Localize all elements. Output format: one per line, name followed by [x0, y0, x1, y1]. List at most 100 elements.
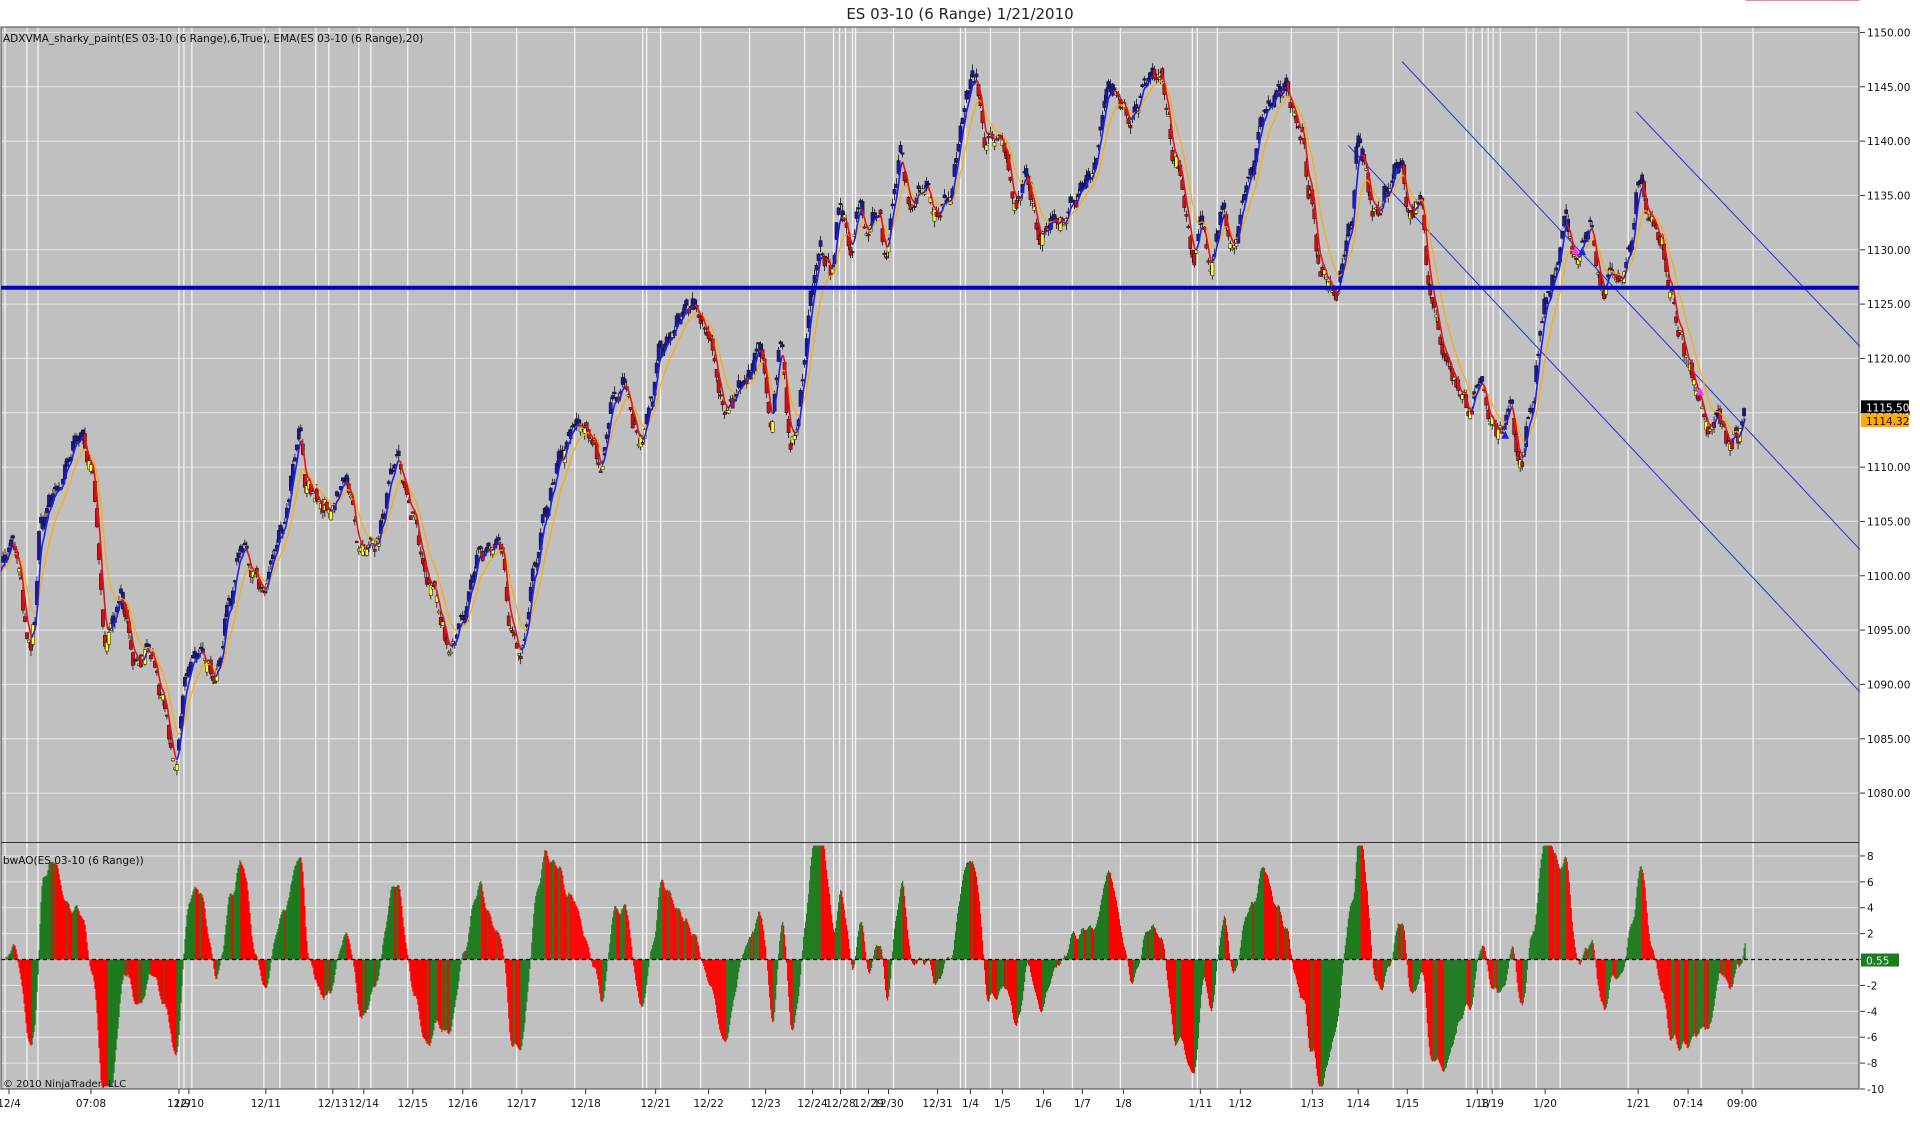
candle-body — [199, 647, 202, 649]
candle-body — [17, 569, 20, 572]
candle-body — [985, 145, 988, 150]
candle-body — [609, 403, 612, 414]
candle-body — [913, 206, 916, 208]
ao-bar — [648, 960, 649, 968]
ao-bar — [1139, 960, 1140, 964]
candle-body — [271, 555, 274, 559]
candle-body — [1501, 432, 1504, 434]
candle-body — [419, 552, 422, 554]
candle-body — [703, 328, 706, 330]
candle-body — [777, 350, 780, 361]
ao-bar — [1477, 960, 1478, 963]
candle-body — [1195, 250, 1198, 253]
candle-body — [1553, 276, 1556, 278]
candle-body — [263, 592, 266, 594]
candle-body — [1349, 228, 1352, 230]
candle-body — [1281, 96, 1284, 98]
x-tick-label: 12/30 — [873, 1098, 903, 1110]
candle-body — [1726, 440, 1729, 442]
candle-body — [605, 435, 608, 439]
y-tick-label: 1140.00 — [1867, 136, 1910, 148]
candle-body — [45, 508, 48, 512]
candle-body — [891, 204, 894, 206]
ao-bar — [1859, 0, 1860, 1]
candle-body — [577, 420, 580, 424]
candle-body — [1291, 106, 1294, 108]
candle-body — [837, 208, 840, 215]
candle-body — [815, 265, 818, 270]
candle-body — [269, 561, 272, 564]
ao-bar — [740, 960, 741, 963]
x-tick-label: 12/21 — [641, 1098, 671, 1110]
candle-body — [939, 216, 942, 218]
candle-body — [365, 549, 368, 555]
x-tick-label: 1/12 — [1229, 1098, 1253, 1110]
candle-body — [721, 402, 724, 405]
adxvma-line — [1361, 154, 1362, 156]
candle-body — [901, 153, 904, 155]
y-tick-label: 1105.00 — [1867, 516, 1910, 528]
candle-body — [1193, 254, 1196, 265]
x-tick-label: 1/19 — [1480, 1098, 1504, 1110]
candle-body — [519, 656, 522, 658]
candle-body — [149, 655, 152, 659]
candle-body — [1435, 315, 1438, 317]
x-tick-label: 12/11 — [251, 1098, 281, 1110]
candle-body — [817, 254, 820, 261]
ao-bar — [211, 954, 212, 960]
candle-body — [37, 531, 40, 560]
ao-y-tick-label: -2 — [1867, 980, 1877, 992]
candle-body — [787, 419, 790, 433]
y-tick-label: 1110.00 — [1867, 462, 1910, 474]
candle-body — [1215, 234, 1218, 242]
x-tick-label: 09:00 — [1727, 1098, 1757, 1110]
candle-body — [813, 275, 816, 282]
candle-body — [451, 642, 454, 644]
window-title: ES 03-10 (6 Range) 1/21/2010 — [846, 5, 1073, 23]
candle-body — [857, 208, 860, 210]
candle-body — [793, 436, 796, 440]
candle-body — [253, 575, 256, 577]
candle-body — [767, 402, 770, 413]
candle-body — [247, 564, 250, 566]
candle-body — [1497, 429, 1500, 439]
candle-body — [899, 145, 902, 152]
candle-body — [1439, 337, 1442, 344]
x-tick-label: 12/17 — [507, 1098, 537, 1110]
ao-y-tick-label: -8 — [1867, 1058, 1877, 1070]
candle-body — [723, 413, 726, 415]
y-tick-label: 1135.00 — [1867, 190, 1910, 202]
ao-bar — [1217, 960, 1218, 962]
candle-body — [717, 380, 720, 393]
candle-body — [1315, 235, 1318, 251]
candle-body — [471, 576, 474, 583]
x-tick-label: 1/5 — [994, 1098, 1011, 1110]
candle-body — [987, 136, 990, 138]
candle-body — [1684, 355, 1687, 357]
ao-y-tick-label: 4 — [1867, 903, 1874, 915]
candle-body — [1674, 317, 1677, 323]
ao-value-label: 0.55 — [1866, 956, 1889, 968]
ao-bar — [529, 960, 530, 970]
candle-body — [437, 611, 440, 613]
candle-body — [1481, 376, 1484, 381]
candle-body — [1507, 409, 1510, 412]
candle-body — [273, 550, 276, 552]
candle-body — [341, 478, 344, 481]
candle-body — [789, 444, 792, 450]
x-tick-label: 12/24 — [797, 1098, 828, 1110]
ao-bar — [1229, 953, 1230, 959]
candle-body — [719, 395, 722, 397]
ao-bar — [460, 960, 461, 965]
ao-bar — [87, 950, 88, 959]
candle-body — [1407, 211, 1410, 213]
x-tick-label: 12/31 — [922, 1098, 952, 1110]
candle-body — [89, 465, 92, 472]
candle-body — [1231, 248, 1234, 250]
candle-body — [1441, 344, 1444, 354]
candle-body — [1667, 280, 1670, 286]
candle-body — [907, 197, 910, 204]
candle-body — [411, 512, 414, 514]
adxvma-line — [583, 426, 584, 428]
candle-body — [685, 300, 688, 306]
